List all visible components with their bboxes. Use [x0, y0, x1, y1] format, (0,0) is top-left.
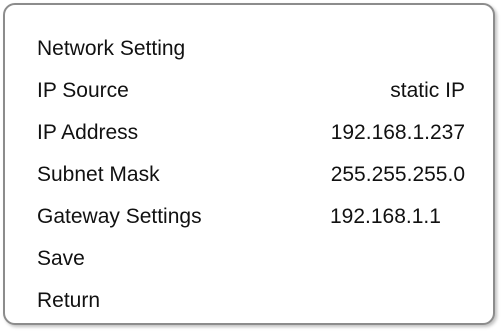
subnet-mask-value: 255.255.255.0: [330, 163, 465, 186]
gateway-settings-label: Gateway Settings: [37, 205, 202, 228]
ip-address-value: 192.168.1.237: [330, 121, 465, 144]
gateway-settings-value: 192.168.1.1: [330, 205, 441, 228]
subnet-mask-label: Subnet Mask: [37, 163, 160, 186]
ip-source-value: static IP: [390, 79, 465, 102]
gateway-settings-item[interactable]: Gateway Settings 192.168.1.1: [5, 197, 493, 237]
menu-title-text: Network Setting: [37, 37, 186, 60]
subnet-mask-item[interactable]: Subnet Mask 255.255.255.0: [5, 155, 493, 195]
ip-address-label: IP Address: [37, 121, 139, 144]
network-settings-menu: Network Setting IP Source static IP IP A…: [3, 3, 495, 325]
menu-title: Network Setting: [5, 29, 493, 69]
save-menu-item[interactable]: Save: [5, 239, 493, 279]
return-menu-item[interactable]: Return: [5, 281, 493, 321]
save-label: Save: [37, 247, 85, 270]
ip-source-label: IP Source: [37, 79, 129, 102]
return-label: Return: [37, 289, 101, 312]
ip-source-item[interactable]: IP Source static IP: [5, 71, 493, 111]
ip-address-item[interactable]: IP Address 192.168.1.237: [5, 113, 493, 153]
